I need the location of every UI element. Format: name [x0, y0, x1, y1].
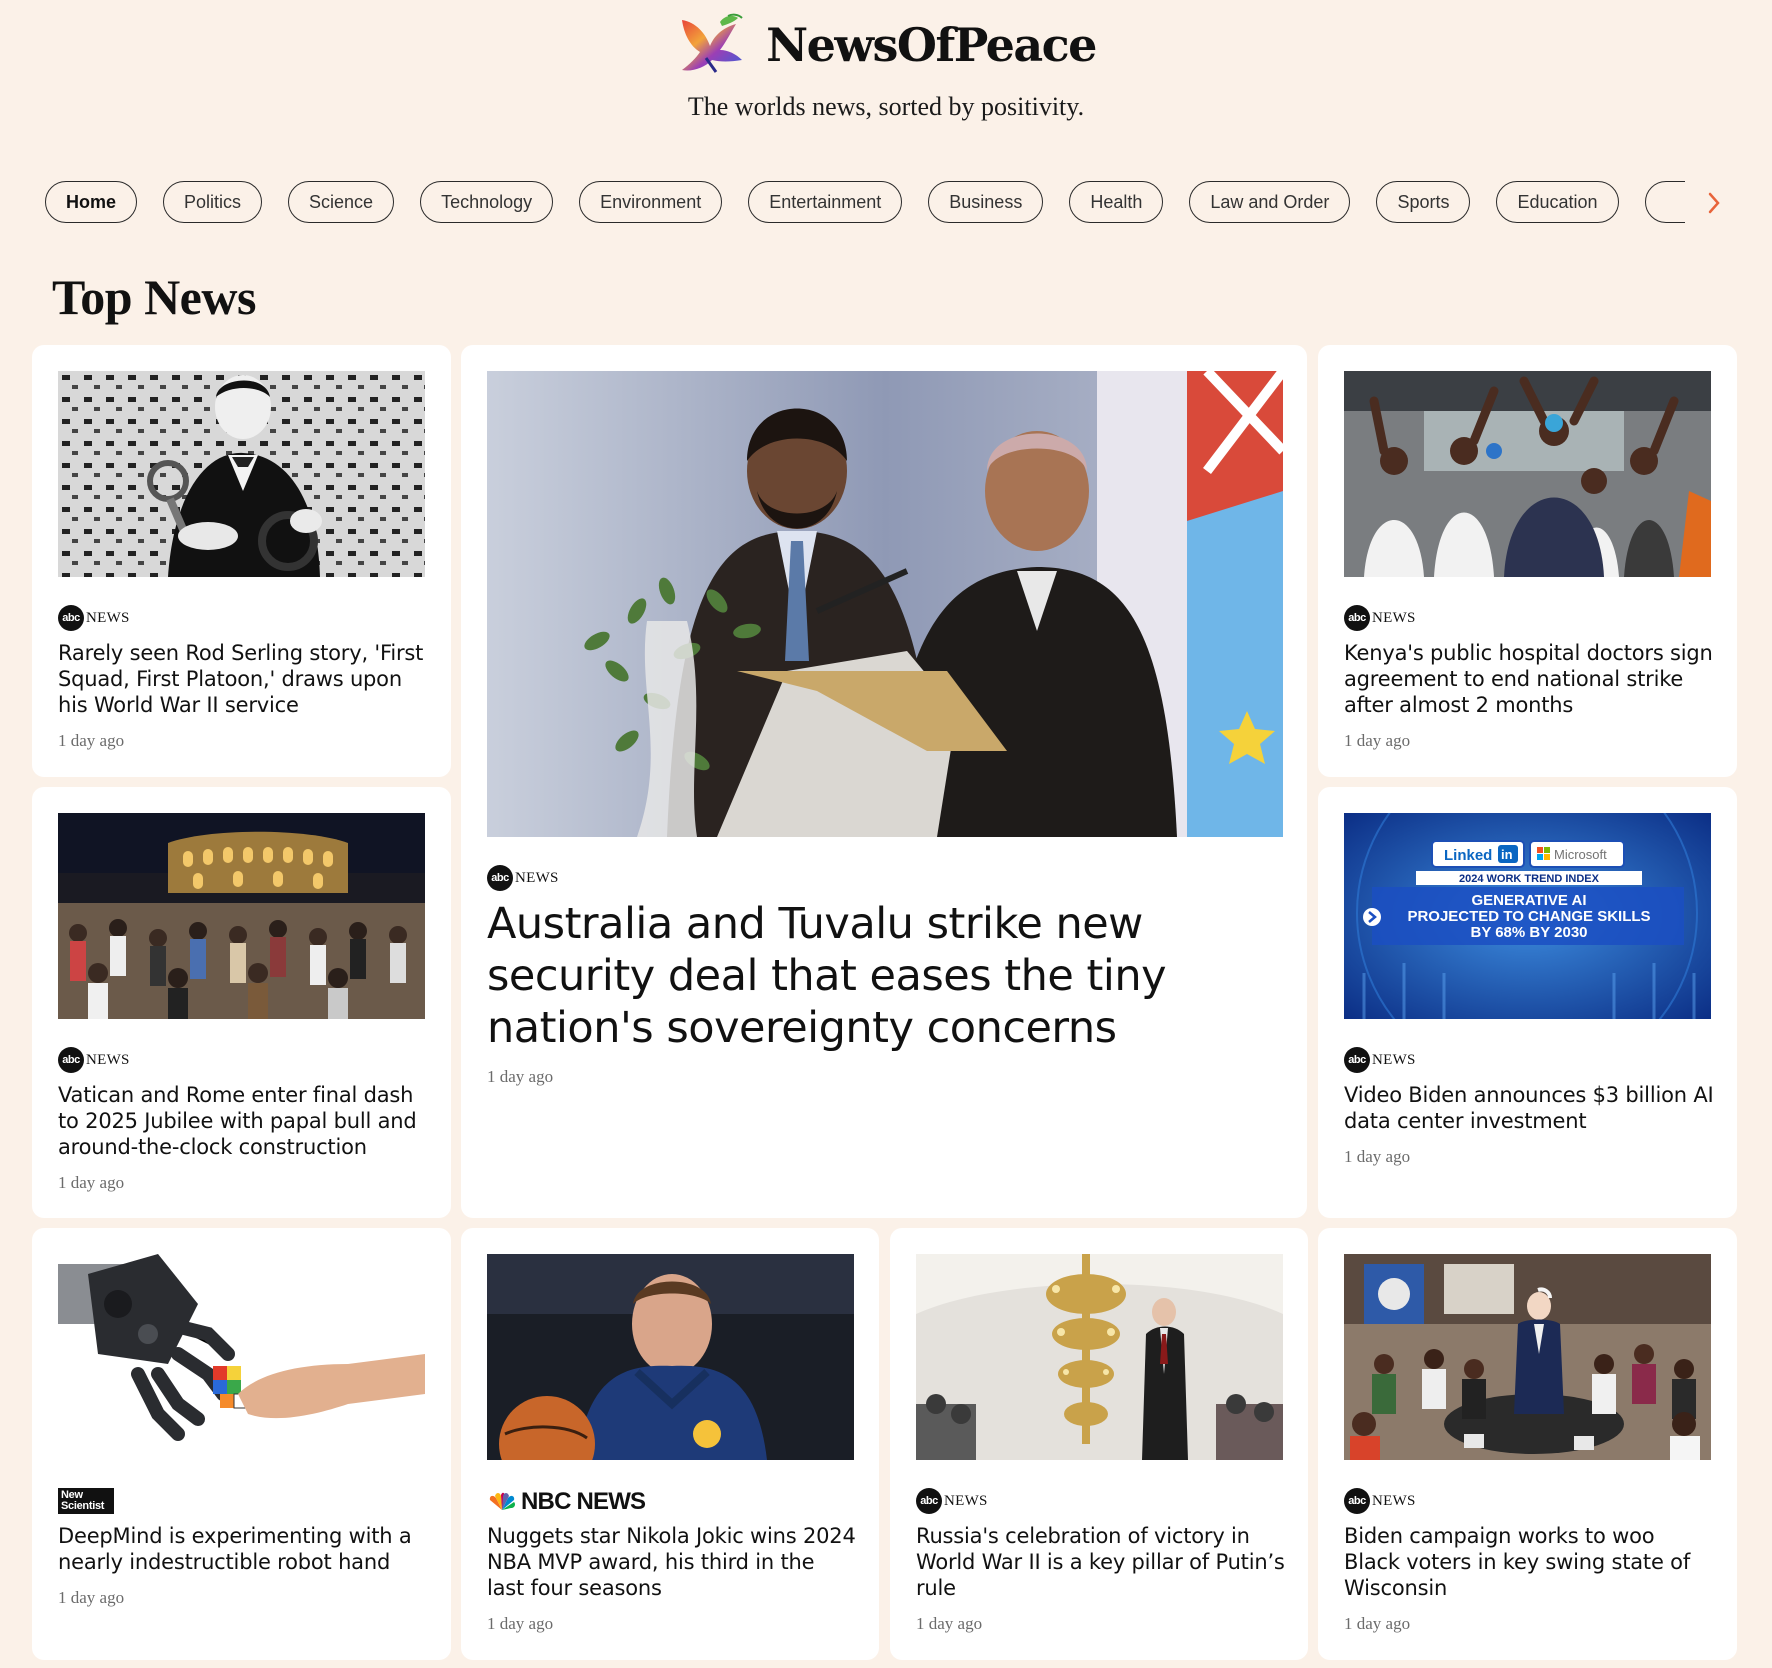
article-card-tuvalu[interactable]: abc NEWS Australia and Tuvalu strike new… [461, 345, 1307, 1218]
svg-text:BY 68% BY 2030: BY 68% BY 2030 [1470, 924, 1587, 941]
source-logo-abc: abc NEWS [58, 1047, 130, 1073]
brand-link[interactable]: NewsOfPeace [676, 12, 1097, 78]
wisconsin-photo [1344, 1254, 1711, 1460]
nav-health[interactable]: Health [1069, 181, 1164, 223]
article-headline[interactable]: DeepMind is experimenting with a nearly … [58, 1523, 429, 1575]
article-time: 1 day ago [58, 731, 125, 750]
abc-logo-icon: abc [58, 605, 84, 631]
source-logo-abc: abc NEWS [916, 1488, 988, 1514]
chevron-right-icon [1708, 192, 1720, 214]
nav-home[interactable]: Home [45, 181, 138, 223]
abc-logo-icon: abc [58, 1047, 84, 1073]
nav-science[interactable]: Science [288, 181, 395, 223]
vatican-photo [58, 813, 425, 1019]
article-card-deepmind[interactable]: New Scientist DeepMind is experimenting w… [32, 1228, 451, 1660]
nbc-peacock-icon [489, 1492, 515, 1510]
abc-logo-icon: abc [1344, 1488, 1370, 1514]
brand-header: NewsOfPeace [0, 12, 1772, 83]
tagline: The worlds news, sorted by positivity. [687, 92, 1085, 121]
svg-text:in: in [1501, 847, 1513, 862]
biden-ai-photo: Linked in Microsoft 2024 WORK TREND INDE… [1344, 813, 1711, 1019]
nav-next-button[interactable] [1698, 186, 1730, 220]
nav-law-and-order[interactable]: Law and Order [1189, 181, 1351, 223]
source-logo-abc: abc NEWS [1344, 1488, 1416, 1514]
article-time: 1 day ago [487, 1614, 554, 1633]
article-card-wisconsin[interactable]: abc NEWS Biden campaign works to woo Bla… [1318, 1228, 1737, 1660]
article-image[interactable] [1344, 1254, 1711, 1460]
tuvalu-photo [487, 371, 1283, 837]
source-logo-newscientist: New Scientist [58, 1488, 114, 1514]
jokic-photo [487, 1254, 854, 1460]
russia-photo [916, 1254, 1283, 1460]
source-logo-abc: abc NEWS [1344, 605, 1416, 631]
source-logo-abc: abc NEWS [58, 605, 130, 631]
article-headline[interactable]: Nuggets star Nikola Jokic wins 2024 NBA … [487, 1523, 857, 1601]
svg-text:Microsoft: Microsoft [1554, 847, 1607, 862]
article-image[interactable] [58, 813, 425, 1019]
svg-text:2024 WORK TREND INDEX: 2024 WORK TREND INDEX [1459, 873, 1600, 885]
article-image[interactable] [58, 1254, 425, 1460]
article-time: 1 day ago [487, 1067, 554, 1086]
article-headline[interactable]: Video Biden announces $3 billion AI data… [1344, 1082, 1715, 1134]
article-time: 1 day ago [1344, 1614, 1411, 1633]
article-card-vatican[interactable]: abc NEWS Vatican and Rome enter final da… [32, 787, 451, 1218]
article-time: 1 day ago [58, 1588, 125, 1607]
article-headline[interactable]: Rarely seen Rod Serling story, 'First Sq… [58, 640, 429, 718]
kenya-photo [1344, 371, 1711, 577]
brand-name: NewsOfPeace [766, 18, 1097, 72]
newscientist-logo-icon: New Scientist [58, 1488, 114, 1514]
source-logo-abc: abc NEWS [1344, 1047, 1416, 1073]
source-logo-nbc: NBC NEWS [487, 1488, 646, 1516]
abc-logo-icon: abc [1344, 605, 1370, 631]
dove-logo-icon [682, 13, 743, 73]
svg-text:GENERATIVE AI: GENERATIVE AI [1471, 892, 1586, 909]
article-time: 1 day ago [58, 1173, 125, 1192]
article-card-russia[interactable]: abc NEWS Russia's celebration of victory… [890, 1228, 1308, 1660]
abc-logo-icon: abc [487, 865, 513, 891]
nav-technology[interactable]: Technology [420, 181, 554, 223]
nav-sports[interactable]: Sports [1376, 181, 1471, 223]
abc-logo-icon: abc [1344, 1047, 1370, 1073]
nav-business[interactable]: Business [928, 181, 1044, 223]
source-logo-abc: abc NEWS [487, 865, 559, 891]
nav-entertainment[interactable]: Entertainment [748, 181, 903, 223]
article-headline[interactable]: Kenya's public hospital doctors sign agr… [1344, 640, 1715, 718]
article-headline[interactable]: Biden campaign works to woo Black voters… [1344, 1523, 1715, 1601]
deepmind-photo [58, 1254, 425, 1460]
article-headline[interactable]: Russia's celebration of victory in World… [916, 1523, 1286, 1601]
article-headline[interactable]: Vatican and Rome enter final dash to 202… [58, 1082, 429, 1160]
article-card-biden-ai[interactable]: Linked in Microsoft 2024 WORK TREND INDE… [1318, 787, 1737, 1218]
nav-partial[interactable] [1644, 181, 1685, 223]
nav-environment[interactable]: Environment [579, 181, 723, 223]
article-image[interactable] [487, 1254, 854, 1460]
article-image[interactable] [487, 371, 1283, 837]
serling-photo [58, 371, 425, 577]
article-image[interactable] [58, 371, 425, 577]
article-image[interactable]: Linked in Microsoft 2024 WORK TREND INDE… [1344, 813, 1711, 1019]
article-card-kenya[interactable]: abc NEWS Kenya's public hospital doctors… [1318, 345, 1737, 777]
nav-education[interactable]: Education [1496, 181, 1619, 223]
section-title: Top News [52, 269, 256, 325]
article-image[interactable] [916, 1254, 1283, 1460]
news-of-peace-page: NewsOfPeace The worlds news, sorted by p… [0, 0, 1772, 1668]
svg-text:PROJECTED TO CHANGE SKILLS: PROJECTED TO CHANGE SKILLS [1407, 908, 1650, 925]
svg-text:Linked: Linked [1444, 847, 1492, 864]
article-card-serling[interactable]: abc NEWS Rarely seen Rod Serling story, … [32, 345, 451, 777]
article-time: 1 day ago [916, 1614, 983, 1633]
article-image[interactable] [1344, 371, 1711, 577]
category-nav: Home Politics Science Technology Environ… [45, 181, 1685, 225]
nav-politics[interactable]: Politics [163, 181, 263, 223]
article-time: 1 day ago [1344, 1147, 1411, 1166]
article-card-jokic[interactable]: NBC NEWS Nuggets star Nikola Jokic wins … [461, 1228, 879, 1660]
abc-logo-icon: abc [916, 1488, 942, 1514]
article-headline-featured[interactable]: Australia and Tuvalu strike new security… [487, 898, 1289, 1054]
article-time: 1 day ago [1344, 731, 1411, 750]
